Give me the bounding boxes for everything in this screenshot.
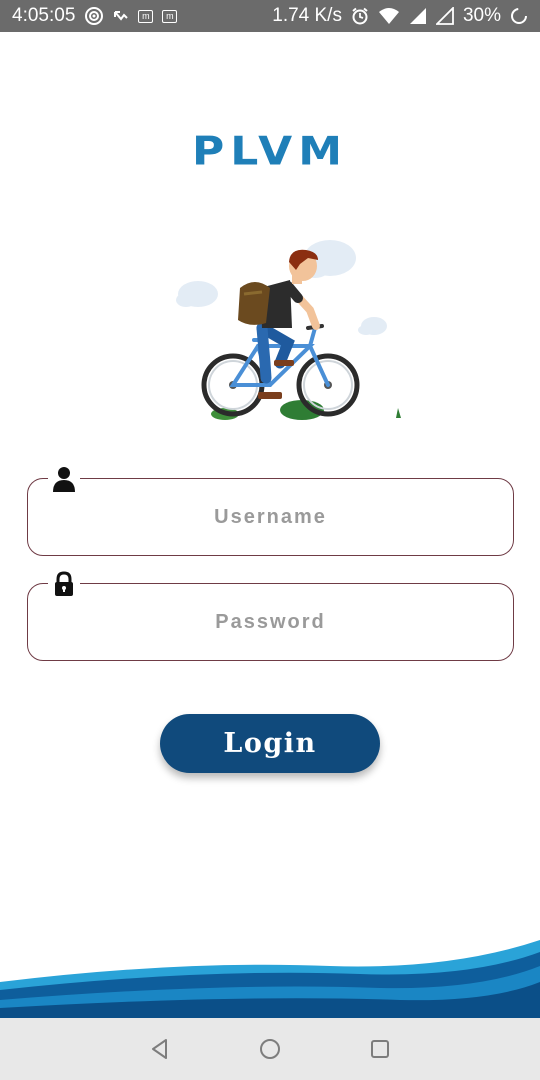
back-icon[interactable] <box>140 1029 180 1069</box>
alarm-icon <box>351 7 369 25</box>
home-icon[interactable] <box>250 1029 290 1069</box>
navigation-bar <box>0 1018 540 1080</box>
password-field[interactable] <box>27 568 514 661</box>
username-field[interactable] <box>27 463 514 556</box>
login-button[interactable]: Login <box>160 714 380 773</box>
status-left: 4:05:05 m m <box>12 5 178 27</box>
status-right: 1.74 K/s 30% <box>272 5 528 27</box>
logo-text: PLVM <box>191 128 349 175</box>
username-input[interactable] <box>28 479 513 555</box>
footer-wave <box>0 930 540 1018</box>
signal-icon <box>409 7 427 25</box>
status-bar: 4:05:05 m m 1.74 K/s 30% <box>0 0 540 32</box>
wifi-icon <box>378 7 400 25</box>
m-app-icon: m <box>162 9 178 23</box>
signal-icon <box>435 7 454 25</box>
recents-icon[interactable] <box>360 1029 400 1069</box>
missed-call-icon <box>113 8 129 24</box>
battery-loading-icon <box>510 7 528 25</box>
target-icon <box>84 6 104 26</box>
network-speed: 1.74 K/s <box>272 5 342 26</box>
battery-level: 30% <box>462 5 501 26</box>
cyclist-illustration <box>170 228 410 428</box>
app-logo: PLVM <box>0 126 540 177</box>
m-app-icon: m <box>138 9 154 23</box>
password-input[interactable] <box>28 584 513 660</box>
status-time: 4:05:05 <box>12 5 76 26</box>
